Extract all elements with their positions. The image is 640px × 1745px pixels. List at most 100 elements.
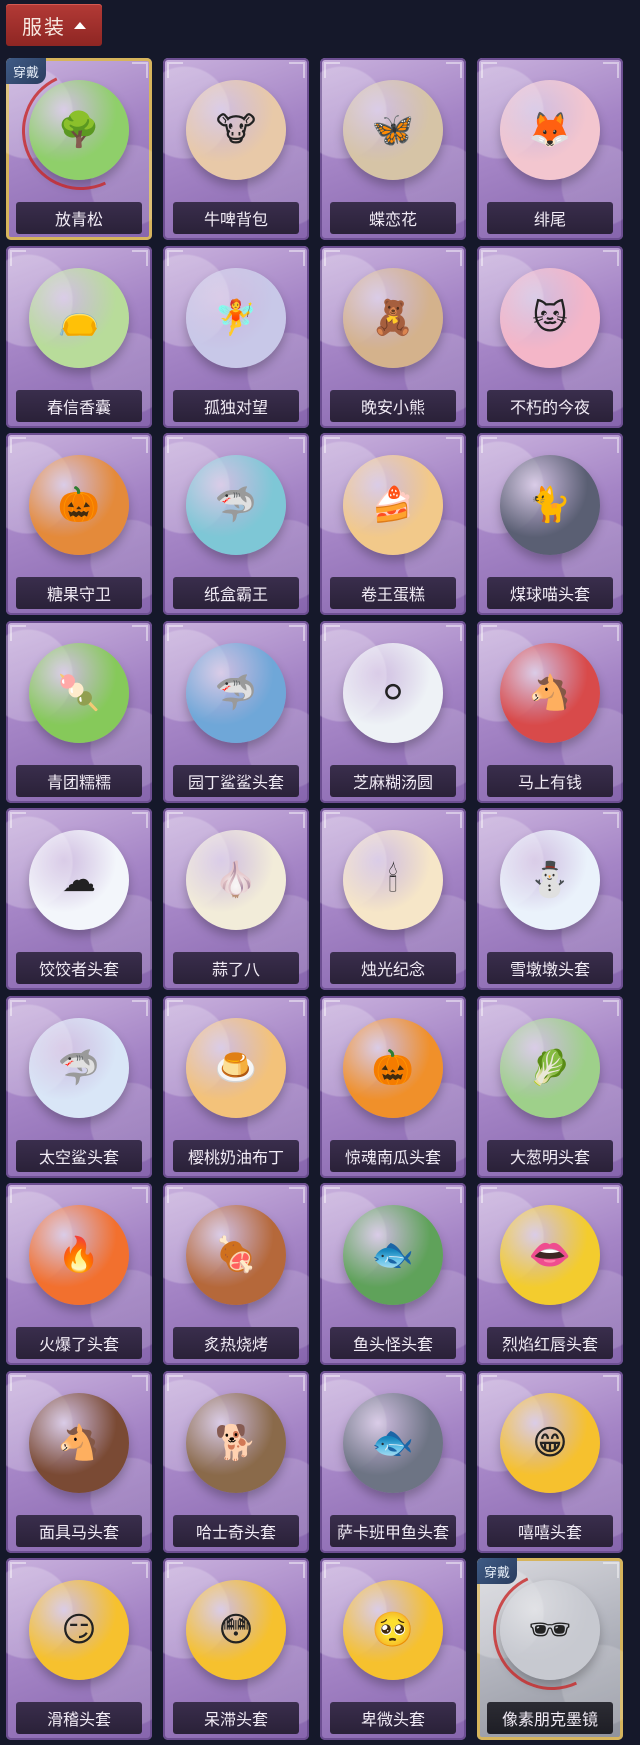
item-card[interactable]: 🐟 鱼头怪头套 <box>320 1183 466 1365</box>
item-card[interactable]: 🐕 哈士奇头套 <box>163 1371 309 1553</box>
card-frame-corner <box>603 62 619 78</box>
item-card[interactable]: 🍮 樱桃奶油布丁 <box>163 996 309 1178</box>
item-card[interactable]: 🍡 青团糯糯 <box>6 621 152 803</box>
item-name: 樱桃奶油布丁 <box>173 1140 299 1172</box>
item-card[interactable]: 🐴 马上有钱 <box>477 621 623 803</box>
item-name: 青团糯糯 <box>16 765 142 797</box>
item-card[interactable]: 🐱 不朽的今夜 <box>477 246 623 428</box>
card-frame-corner <box>167 625 183 641</box>
outfit-category-toggle[interactable]: 服装 <box>6 4 102 46</box>
sesame-dumpling-icon: ⚪ <box>343 643 443 743</box>
pumpkin-scarecrow-charm-icon: 🎃 <box>29 455 129 555</box>
item-card[interactable]: 🧸 晚安小熊 <box>320 246 466 428</box>
card-frame-corner <box>132 1375 148 1391</box>
item-card[interactable]: 🦊 绯尾 <box>477 58 623 240</box>
garlic-head-icon: 🧄 <box>186 830 286 930</box>
card-frame-corner <box>132 62 148 78</box>
item-card[interactable]: 🔥 火爆了头套 <box>6 1183 152 1365</box>
card-frame-corner <box>446 62 462 78</box>
item-card[interactable]: 🥬 大葱明头套 <box>477 996 623 1178</box>
item-glyph: 🥬 <box>528 1048 572 1088</box>
item-glyph: 👄 <box>528 1235 572 1275</box>
item-name: 蝶恋花 <box>330 202 456 234</box>
item-card[interactable]: ⚪ 芝麻糊汤圆 <box>320 621 466 803</box>
item-glyph: 🧚 <box>214 298 258 338</box>
item-card[interactable]: 🥺 卑微头套 <box>320 1558 466 1740</box>
green-sachet-icon: 👝 <box>29 268 129 368</box>
item-glyph: 🍖 <box>214 1235 258 1275</box>
item-card[interactable]: ☁ 饺饺者头套 <box>6 808 152 990</box>
cherry-pudding-icon: 🍮 <box>186 1018 286 1118</box>
card-frame-corner <box>289 625 305 641</box>
yellow-lips-shades-head-icon: 👄 <box>500 1205 600 1305</box>
box-shark-head-icon: 🦈 <box>186 455 286 555</box>
item-card[interactable]: 🦋 蝶恋花 <box>320 58 466 240</box>
item-glyph: 👝 <box>57 298 101 338</box>
item-name: 惊魂南瓜头套 <box>330 1140 456 1172</box>
card-frame-corner <box>324 437 340 453</box>
item-card[interactable]: 🦈 园丁鲨鲨头套 <box>163 621 309 803</box>
item-card[interactable]: 😏 滑稽头套 <box>6 1558 152 1740</box>
item-card[interactable]: 🐟 萨卡班甲鱼头套 <box>320 1371 466 1553</box>
item-card[interactable]: 🐮 牛啤背包 <box>163 58 309 240</box>
jack-o-lantern-head-icon: 🎃 <box>343 1018 443 1118</box>
fire-head-icon: 🔥 <box>29 1205 129 1305</box>
teddy-bear-charm-icon: 🧸 <box>343 268 443 368</box>
card-frame-corner <box>446 812 462 828</box>
item-card[interactable]: 🕯 烛光纪念 <box>320 808 466 990</box>
item-card[interactable]: 🎃 糖果守卫 <box>6 433 152 615</box>
item-name: 像素朋克墨镜 <box>487 1702 613 1734</box>
card-frame-corner <box>167 812 183 828</box>
item-glyph: 🍮 <box>214 1048 258 1088</box>
item-card[interactable]: 🧄 蒜了八 <box>163 808 309 990</box>
card-frame-corner <box>324 1375 340 1391</box>
roll-cake-icon: 🍰 <box>343 455 443 555</box>
card-frame-corner <box>324 250 340 266</box>
item-glyph: 🐈 <box>528 485 572 525</box>
item-glyph: 🕯 <box>388 860 398 900</box>
item-name: 煤球喵头套 <box>487 577 613 609</box>
card-frame-corner <box>603 1187 619 1203</box>
item-card[interactable]: 🎃 惊魂南瓜头套 <box>320 996 466 1178</box>
red-horse-head-icon: 🐴 <box>500 643 600 743</box>
card-frame-corner <box>324 812 340 828</box>
space-shark-head-icon: 🦈 <box>29 1018 129 1118</box>
green-onion-head-icon: 🥬 <box>500 1018 600 1118</box>
item-card[interactable]: ⛄ 雪墩墩头套 <box>477 808 623 990</box>
card-frame-corner <box>289 1000 305 1016</box>
item-card[interactable]: 🕶 穿戴 像素朋克墨镜 <box>477 1558 623 1740</box>
item-name: 园丁鲨鲨头套 <box>173 765 299 797</box>
card-frame-corner <box>289 62 305 78</box>
item-card[interactable]: 🍖 炙热烧烤 <box>163 1183 309 1365</box>
green-rice-ball-icon: 🍡 <box>29 643 129 743</box>
item-card[interactable]: 🌳 穿戴 放青松 <box>6 58 152 240</box>
cow-beer-barrel-icon: 🐮 <box>186 80 286 180</box>
item-card[interactable]: 🧚 孤独对望 <box>163 246 309 428</box>
item-name: 哈士奇头套 <box>173 1515 299 1547</box>
item-name: 滑稽头套 <box>16 1702 142 1734</box>
item-card[interactable]: 😳 呆滞头套 <box>163 1558 309 1740</box>
item-glyph: 🧄 <box>214 860 258 900</box>
card-frame-corner <box>446 250 462 266</box>
item-card[interactable]: 🐈 煤球喵头套 <box>477 433 623 615</box>
card-frame-corner <box>132 1187 148 1203</box>
item-card[interactable]: 🦈 太空鲨头套 <box>6 996 152 1178</box>
card-frame-corner <box>324 1187 340 1203</box>
humble-face-head-icon: 🥺 <box>343 1580 443 1680</box>
card-frame-corner <box>10 812 26 828</box>
item-name: 马上有钱 <box>487 765 613 797</box>
cloud-dumpling-head-icon: ☁ <box>29 830 129 930</box>
item-card[interactable]: 👄 烈焰红唇头套 <box>477 1183 623 1365</box>
item-glyph: 🦋 <box>371 110 415 150</box>
item-card[interactable]: 👝 春信香囊 <box>6 246 152 428</box>
item-card[interactable]: 🦈 纸盒霸王 <box>163 433 309 615</box>
item-glyph: 🎃 <box>57 485 101 525</box>
card-frame-corner <box>132 250 148 266</box>
item-card[interactable]: 🍰 卷王蛋糕 <box>320 433 466 615</box>
item-card[interactable]: 🐴 面具马头套 <box>6 1371 152 1553</box>
card-frame-corner <box>324 62 340 78</box>
item-glyph: ⚪ <box>378 673 408 713</box>
item-glyph: 🐟 <box>371 1235 415 1275</box>
item-card[interactable]: 😁 嘻嘻头套 <box>477 1371 623 1553</box>
item-name: 太空鲨头套 <box>16 1140 142 1172</box>
